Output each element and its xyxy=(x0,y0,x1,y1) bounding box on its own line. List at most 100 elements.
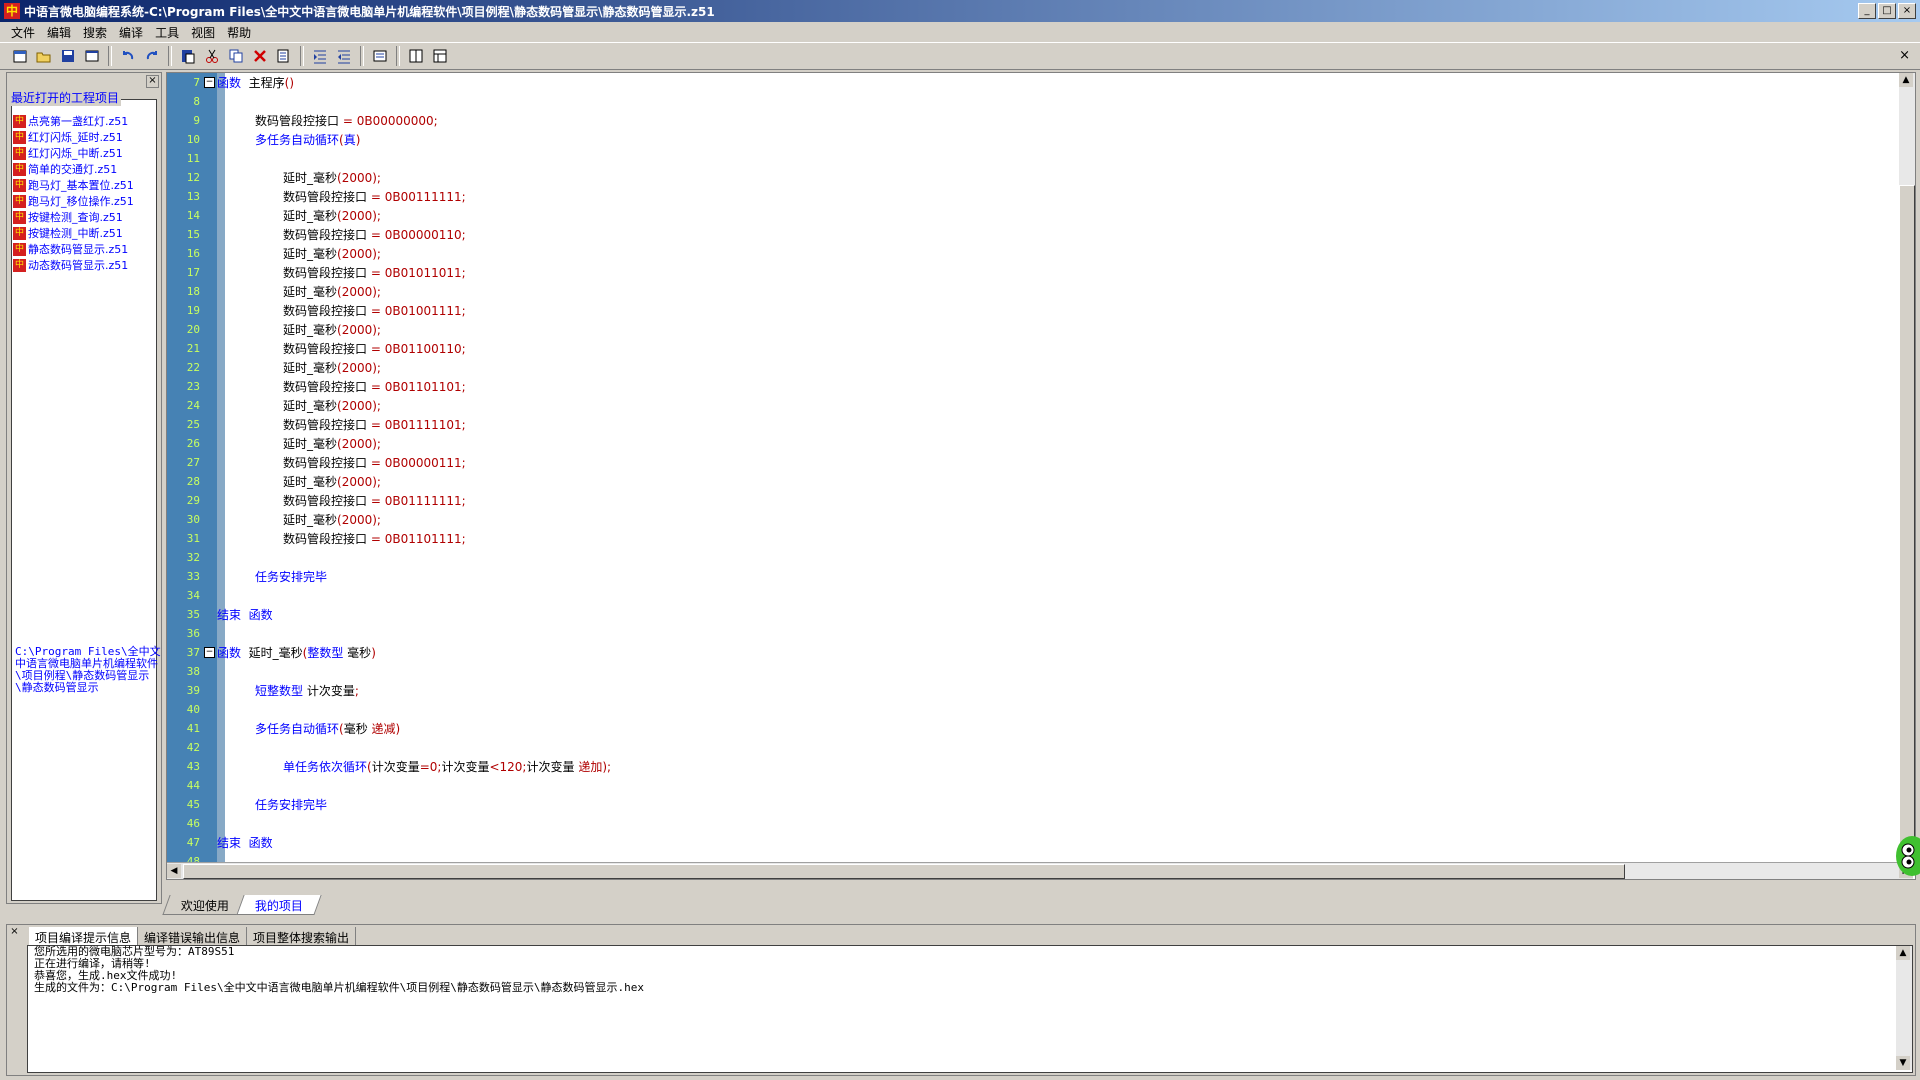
code-line[interactable]: 40 xyxy=(167,700,1887,719)
toolbar-close-icon[interactable]: × xyxy=(1899,48,1910,63)
code-line[interactable]: 8 xyxy=(167,92,1887,111)
code-line[interactable]: 17 数码管段控接口 = 0B01011011; xyxy=(167,263,1887,282)
menu-help[interactable]: 帮助 xyxy=(224,24,260,41)
outdent-icon[interactable] xyxy=(334,46,354,66)
close-button[interactable]: × xyxy=(1898,3,1916,19)
code-line[interactable]: 46 xyxy=(167,814,1887,833)
code-line[interactable]: 42 xyxy=(167,738,1887,757)
code-line[interactable]: 28 延时_毫秒(2000); xyxy=(167,472,1887,491)
mascot-icon[interactable] xyxy=(1890,832,1920,878)
vertical-scroll-thumb[interactable] xyxy=(1899,185,1915,847)
code-line[interactable]: 16 延时_毫秒(2000); xyxy=(167,244,1887,263)
code-line[interactable]: 23 数码管段控接口 = 0B01101101; xyxy=(167,377,1887,396)
output-close-icon[interactable]: × xyxy=(9,927,20,938)
code-line[interactable]: 33 任务安排完毕 xyxy=(167,567,1887,586)
code-line[interactable]: 15 数码管段控接口 = 0B00000110; xyxy=(167,225,1887,244)
fold-toggle-icon[interactable]: − xyxy=(204,77,215,88)
code-line[interactable]: 29 数码管段控接口 = 0B01111111; xyxy=(167,491,1887,510)
menu-compile[interactable]: 编译 xyxy=(116,24,152,41)
menu-search[interactable]: 搜索 xyxy=(80,24,116,41)
code-token: 延时_毫秒 xyxy=(241,646,303,660)
recent-project-item[interactable]: 中动态数码管显示.z51 xyxy=(13,257,134,273)
scroll-up-icon[interactable]: ▲ xyxy=(1899,73,1913,87)
code-token: () xyxy=(284,76,295,90)
code-line[interactable]: 30 延时_毫秒(2000); xyxy=(167,510,1887,529)
undo-icon[interactable] xyxy=(118,46,138,66)
paste-icon[interactable] xyxy=(178,46,198,66)
menu-edit[interactable]: 编辑 xyxy=(44,24,80,41)
output-vertical-scrollbar[interactable]: ▲ ▼ xyxy=(1896,946,1912,1070)
menu-view[interactable]: 视图 xyxy=(188,24,224,41)
code-editor[interactable]: 7− 函数 主程序() 8 9 数码管段控接口 = 0B00000000; 10 多任务自动… xyxy=(166,72,1916,880)
code-line[interactable]: 32 xyxy=(167,548,1887,567)
code-line[interactable]: 7− 函数 主程序() xyxy=(167,73,1887,92)
code-line[interactable]: 11 xyxy=(167,149,1887,168)
horizontal-scrollbar[interactable]: ◀ ▶ xyxy=(167,862,1913,879)
copy-icon[interactable] xyxy=(226,46,246,66)
code-line[interactable]: 13 数码管段控接口 = 0B00111111; xyxy=(167,187,1887,206)
recent-project-item[interactable]: 中按键检测_中断.z51 xyxy=(13,225,134,241)
code-line[interactable]: 25 数码管段控接口 = 0B01111101; xyxy=(167,415,1887,434)
code-line[interactable]: 41 多任务自动循环(毫秒 递减) xyxy=(167,719,1887,738)
code-line[interactable]: 27 数码管段控接口 = 0B00000111; xyxy=(167,453,1887,472)
code-line[interactable]: 34 xyxy=(167,586,1887,605)
panel-close-icon[interactable]: × xyxy=(146,75,159,88)
save-all-icon[interactable] xyxy=(82,46,102,66)
recent-project-item[interactable]: 中跑马灯_基本置位.z51 xyxy=(13,177,134,193)
code-line[interactable]: 37− 函数 延时_毫秒(整数型 毫秒) xyxy=(167,643,1887,662)
menu-tools[interactable]: 工具 xyxy=(152,24,188,41)
code-line[interactable]: 47 结束 函数 xyxy=(167,833,1887,852)
layout-single-icon[interactable] xyxy=(406,46,426,66)
code-line[interactable]: 21 数码管段控接口 = 0B01100110; xyxy=(167,339,1887,358)
code-line[interactable]: 43 单任务依次循环(计次变量=0;计次变量<120;计次变量 递加); xyxy=(167,757,1887,776)
code-line[interactable]: 9 数码管段控接口 = 0B00000000; xyxy=(167,111,1887,130)
save-icon[interactable] xyxy=(58,46,78,66)
tab-my-project[interactable]: 我的项目 xyxy=(236,895,322,915)
recent-projects-panel: × 最近打开的工程项目 中点亮第一盏红灯.z51 中红灯闪烁_延时.z51 中红灯闪… xyxy=(6,72,162,904)
new-project-icon[interactable] xyxy=(10,46,30,66)
redo-icon[interactable] xyxy=(142,46,162,66)
horizontal-scroll-thumb[interactable] xyxy=(183,864,1625,879)
recent-project-item[interactable]: 中跑马灯_移位操作.z51 xyxy=(13,193,134,209)
code-line[interactable]: 39 短整数型 计次变量; xyxy=(167,681,1887,700)
code-line[interactable]: 45 任务安排完毕 xyxy=(167,795,1887,814)
find-icon[interactable] xyxy=(274,46,294,66)
app-logo-icon[interactable]: 中 xyxy=(4,3,20,19)
cut-icon[interactable] xyxy=(202,46,222,66)
menu-file[interactable]: 文件 xyxy=(8,24,44,41)
output-scroll-down-icon[interactable]: ▼ xyxy=(1896,1056,1910,1070)
recent-project-item[interactable]: 中红灯闪烁_延时.z51 xyxy=(13,129,134,145)
code-line[interactable]: 10 多任务自动循环(真) xyxy=(167,130,1887,149)
code-line[interactable]: 22 延时_毫秒(2000); xyxy=(167,358,1887,377)
code-line[interactable]: 26 延时_毫秒(2000); xyxy=(167,434,1887,453)
vertical-scrollbar[interactable]: ▲ ▼ xyxy=(1899,73,1915,863)
code-line[interactable]: 12 延时_毫秒(2000); xyxy=(167,168,1887,187)
output-text-area[interactable]: 您所选用的微电脑芯片型号为：AT89S51 正在进行编译，请稍等! 恭喜您，生成… xyxy=(27,945,1913,1073)
recent-project-item[interactable]: 中按键检测_查询.z51 xyxy=(13,209,134,225)
compile-icon[interactable] xyxy=(370,46,390,66)
output-scroll-up-icon[interactable]: ▲ xyxy=(1896,946,1910,960)
layout-split-icon[interactable] xyxy=(430,46,450,66)
code-line[interactable]: 38 xyxy=(167,662,1887,681)
code-line[interactable]: 20 延时_毫秒(2000); xyxy=(167,320,1887,339)
scroll-left-icon[interactable]: ◀ xyxy=(167,864,181,878)
indent-icon[interactable] xyxy=(310,46,330,66)
delete-icon[interactable] xyxy=(250,46,270,66)
code-line[interactable]: 24 延时_毫秒(2000); xyxy=(167,396,1887,415)
recent-project-item[interactable]: 中静态数码管显示.z51 xyxy=(13,241,134,257)
recent-project-item[interactable]: 中红灯闪烁_中断.z51 xyxy=(13,145,134,161)
code-line[interactable]: 36 xyxy=(167,624,1887,643)
fold-toggle-icon[interactable]: − xyxy=(204,647,215,658)
open-icon[interactable] xyxy=(34,46,54,66)
code-line[interactable]: 31 数码管段控接口 = 0B01101111; xyxy=(167,529,1887,548)
minimize-button[interactable]: _ xyxy=(1858,3,1876,19)
code-line[interactable]: 35 结束 函数 xyxy=(167,605,1887,624)
code-line[interactable]: 44 xyxy=(167,776,1887,795)
code-line[interactable]: 19 数码管段控接口 = 0B01001111; xyxy=(167,301,1887,320)
code-line[interactable]: 14 延时_毫秒(2000); xyxy=(167,206,1887,225)
recent-project-item[interactable]: 中简单的交通灯.z51 xyxy=(13,161,134,177)
maximize-button[interactable]: □ xyxy=(1878,3,1896,19)
code-line[interactable]: 18 延时_毫秒(2000); xyxy=(167,282,1887,301)
recent-project-item[interactable]: 中点亮第一盏红灯.z51 xyxy=(13,113,134,129)
tab-welcome[interactable]: 欢迎使用 xyxy=(162,895,248,915)
